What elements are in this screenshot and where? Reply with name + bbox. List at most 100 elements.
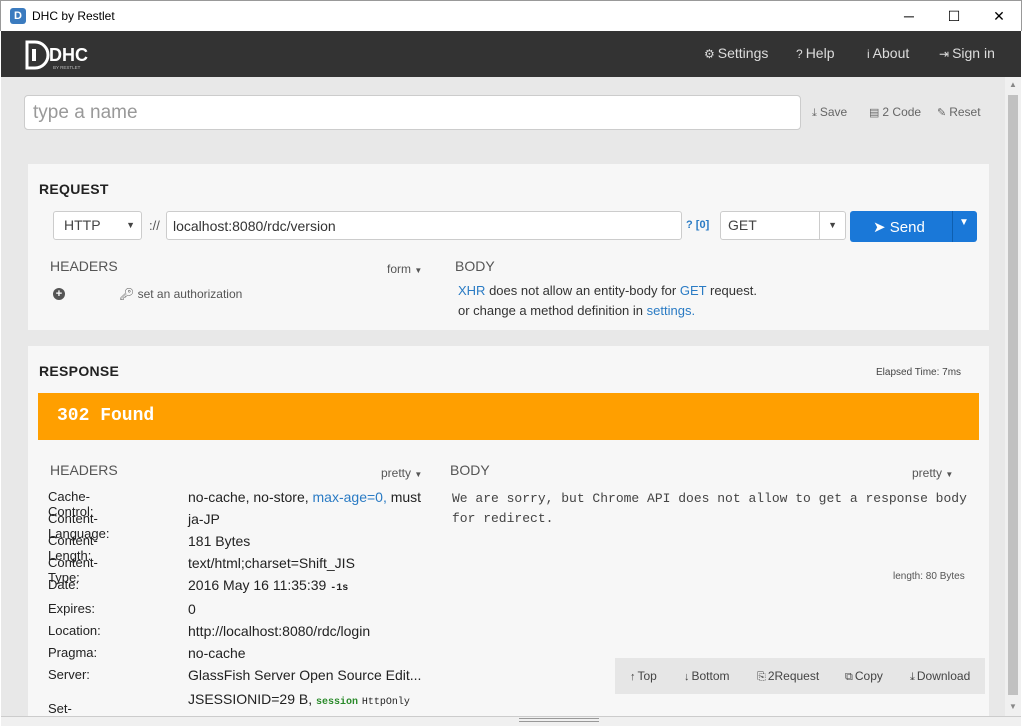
eraser-icon: ✎ [937,107,947,119]
scroll-top-button[interactable]: ↑ Top [630,669,657,683]
settings-link[interactable]: settings. [647,303,695,318]
bottom-resize-handle[interactable] [1,716,1021,726]
request-panel: REQUEST HTTP ▼ :// ? [0] GET ▼ ➤ Send ▼ HE… [28,164,989,330]
nav-help-label: Help [805,45,835,61]
chevron-down-icon: ▼ [828,220,837,230]
header-value: no-cache [188,645,246,661]
max-age-link[interactable]: max-age=0, [313,489,387,505]
header-key: Set-Cookie: [48,701,72,716]
maximize-button[interactable]: ☐ [931,1,977,31]
header-value: text/html;charset=Shift_JIS [188,555,355,571]
copy-icon: ⧉ [845,671,853,683]
logo-sub: BY RESTLET [53,65,81,70]
gear-icon: ⚙ [704,47,715,61]
add-header-icon[interactable]: + [53,288,65,300]
query-help-icon: ? [686,219,693,231]
url-input[interactable] [166,211,682,240]
close-button[interactable]: ✕ [976,1,1022,31]
location-link[interactable]: http://localhost:8080/rdc/login [188,623,370,639]
vertical-scrollbar[interactable]: ▲ ▼ [1005,77,1021,716]
top-label: Top [637,669,657,683]
header-value-text: 2016 May 16 11:35:39 [188,577,327,593]
sign-in-icon: ⇥ [939,47,950,61]
paper-plane-icon: ➤ [873,219,886,236]
httponly-badge: HttpOnly [361,697,410,708]
request-name-input[interactable] [24,95,801,130]
chevron-down-icon: ▼ [945,470,954,479]
header-value: 181 Bytes [188,533,251,549]
auth-label: set an authorization [137,287,243,301]
to-request-button[interactable]: ⎘ 2Request [757,669,819,684]
scheme-separator: :// [149,218,160,233]
app-header: DHC BY RESTLET ⚙ Settings ? Help i About ⇥ S… [1,31,1021,77]
window-title: DHC by Restlet [32,9,115,23]
copy-button[interactable]: ⧉ Copy [845,669,883,684]
xhr-link[interactable]: XHR [458,283,485,298]
query-params-toggle[interactable]: ? [0] [686,219,709,231]
code-icon: ▤ [869,107,880,119]
arrow-down-icon: ↓ [684,671,690,683]
window-titlebar: D DHC by Restlet ─ ☐ ✕ [0,0,1022,31]
nav-settings[interactable]: ⚙ Settings [704,45,768,61]
chevron-down-icon: ▼ [414,266,423,275]
get-link[interactable]: GET [680,283,707,298]
send-button[interactable]: ➤ Send ▼ [850,211,977,242]
save-label: Save [819,105,848,119]
save-icon: ⤓ [812,107,817,119]
response-body-mode[interactable]: pretty ▼ [912,466,953,480]
elapsed-time: Elapsed Time: 7ms [876,367,962,378]
response-headers-title: HEADERS [50,462,118,478]
body-msg-part2: request. [710,283,757,298]
request-title: REQUEST [39,181,109,197]
bottom-label: Bottom [691,669,730,683]
code-button[interactable]: ▤ 2 Code [869,105,921,119]
body-msg-part1: does not allow an entity-body for [489,283,677,298]
headers-mode-label: form [387,262,411,276]
main-content: ⤓Save ▤2 Code ✎Reset REQUEST HTTP▼ :// ?… [1,77,1005,716]
response-title: RESPONSE [39,363,120,379]
status-banner: 302 Found [38,393,979,440]
headers-mode-select[interactable]: form ▼ [387,262,422,276]
query-count: [0] [695,219,710,231]
info-icon: i [867,47,870,61]
header-key: Location: [48,623,101,638]
scroll-bottom-button[interactable]: ↓ Bottom [684,669,730,683]
minimize-button[interactable]: ─ [886,1,932,31]
logo-text: DHC [49,45,88,65]
send-label: Send [889,219,925,236]
dhc-logo[interactable]: DHC BY RESTLET [23,39,93,71]
scrollbar-thumb[interactable] [1008,95,1018,695]
send-options-icon[interactable]: ▼ [959,217,969,228]
code-label: 2 Code [882,105,922,119]
clone-icon: ⎘ [757,671,766,683]
header-key: Date: [48,577,80,592]
header-key: Pragma: [48,645,98,660]
nav-help[interactable]: ? Help [796,45,834,61]
help-icon: ? [796,47,803,61]
scroll-up-arrow-icon[interactable]: ▲ [1005,77,1021,93]
response-actions-bar: ↑ Top ↓ Bottom ⎘ 2Request ⧉ Copy ⤓ Download [615,658,985,694]
save-button[interactable]: ⤓ Save [812,105,847,120]
request-body-title: BODY [455,258,495,274]
reset-button[interactable]: ✎ Reset [937,105,981,119]
response-body-title: BODY [450,462,490,478]
method-select[interactable]: GET ▼ [720,211,846,240]
response-headers-mode-label: pretty [381,466,412,480]
nav-sign-in[interactable]: ⇥ Sign in [939,45,995,61]
nav-sign-in-label: Sign in [952,45,995,61]
response-length: length: 80 Bytes [893,571,965,582]
chevron-down-icon: ▼ [414,470,423,479]
scroll-down-arrow-icon[interactable]: ▼ [1005,699,1021,715]
method-value: GET [728,217,757,233]
download-icon: ⤓ [910,671,915,683]
reset-label: Reset [949,105,981,119]
request-headers-title: HEADERS [50,258,118,274]
scheme-select[interactable]: HTTP ▼ [53,211,142,240]
response-headers-mode[interactable]: pretty ▼ [381,466,422,480]
download-label: Download [916,669,971,683]
header-key: Expires: [48,601,95,616]
header-value-text: JSESSIONID=29 B, [188,691,313,707]
set-authorization-link[interactable]: 🔑︎ set an authorization [119,287,242,301]
download-button[interactable]: ⤓ Download [910,669,970,684]
nav-about[interactable]: i About [867,45,909,61]
